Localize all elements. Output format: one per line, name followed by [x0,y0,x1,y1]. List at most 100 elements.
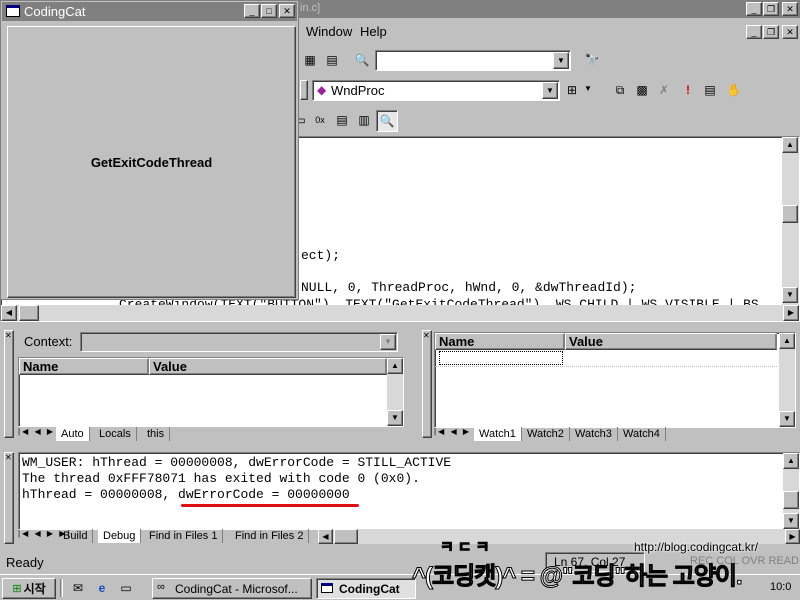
output-vertical-scrollbar[interactable]: ▲ ▼ [783,453,799,529]
find-combo[interactable]: ▼ [375,50,571,71]
task-label: CodingCat [339,582,400,596]
output-tab-bar: |◀ ◀ ▶ ▶| Build Debug Find in Files 1 Fi… [18,529,318,544]
scroll-up-button[interactable]: ▲ [782,137,798,153]
doc-restore-button[interactable]: ❐ [763,25,779,39]
function-combo-dropdown-button[interactable]: ▼ [542,82,558,99]
context-combo[interactable]: ▼ [80,332,398,352]
close-button[interactable]: ✕ [782,2,798,16]
watch-tab-bar: |◀ ◀ ▶ ▶| Watch1 Watch2 Watch3 Watch4 [434,427,796,442]
find-in-files-icon[interactable]: 🔍 [352,50,372,70]
scroll-right-button[interactable]: ▶ [785,529,800,544]
tab-watch4[interactable]: Watch4 [618,427,666,441]
tab-auto[interactable]: Auto [56,427,90,441]
find-icon[interactable]: 🔭 [582,50,602,70]
call-stack-icon[interactable]: ▥ [354,110,374,130]
windows-logo-icon: ⊞ [12,583,22,595]
output-text-area[interactable]: WM_USER: hThread = 00000008, dwErrorCode… [18,452,800,530]
get-exit-code-thread-button[interactable]: GetExitCodeThread [7,26,296,298]
app-close-button[interactable]: ✕ [279,4,295,18]
tab-watch3[interactable]: Watch3 [570,427,618,441]
class-combo-dropdown-button[interactable] [300,80,308,100]
function-combo[interactable]: ◆ WndProc ▼ [312,80,560,101]
variables-pane-gripper[interactable]: ✕ [4,330,14,438]
pane-close-icon[interactable]: ✕ [5,331,12,340]
breakpoint-hand-icon[interactable]: ✋ [724,80,744,100]
editor-horizontal-scrollbar[interactable]: ◀ ▶ [1,305,799,321]
workspace-icon[interactable]: ▦ [300,50,320,70]
pane-close-icon[interactable]: ✕ [423,331,430,340]
column-header-name[interactable]: Name [435,333,565,350]
app-minimize-button[interactable]: _ [244,4,260,18]
output-window-icon[interactable]: ▤ [322,50,342,70]
variables-list[interactable]: Name Value ▲ ▼ [18,357,404,427]
function-combo-value: WndProc [331,83,385,98]
tab-find-in-files-2[interactable]: Find in Files 2 [230,529,310,543]
scroll-up-button[interactable]: ▲ [779,333,795,349]
menu-window[interactable]: Window [306,24,352,39]
menu-help[interactable]: Help [360,24,387,39]
task-label: CodingCat - Microsof... [175,582,298,596]
scroll-thumb[interactable] [782,205,798,223]
scroll-thumb[interactable] [783,491,799,509]
execute-icon[interactable]: ! [678,80,698,100]
error-code-underline [181,504,359,507]
scroll-down-button[interactable]: ▼ [779,411,795,427]
internet-explorer-icon[interactable]: e [92,578,112,598]
output-pane-gripper[interactable]: ✕ [4,452,14,544]
tab-locals[interactable]: Locals [94,427,137,441]
wizard-bar-icon[interactable]: ⊞ [562,80,582,100]
watermark-slogan: ^(코딩캣)^ = @"코딩"하는 고양이. [412,563,744,591]
scroll-up-button[interactable]: ▲ [783,453,799,469]
scroll-left-button[interactable]: ◀ [1,305,17,321]
watch-pane-gripper[interactable]: ✕ [422,330,432,438]
restore-button[interactable]: ❐ [763,2,779,16]
scroll-down-button[interactable]: ▼ [782,287,798,303]
tab-watch2[interactable]: Watch2 [522,427,570,441]
scroll-down-button[interactable]: ▼ [387,410,403,426]
watch-new-entry[interactable] [439,351,563,365]
build-icon[interactable]: ▩ [632,80,652,100]
scroll-up-button[interactable]: ▲ [387,358,403,374]
context-label: Context: [24,334,73,349]
output-line: hThread = 00000008, dwErrorCode = 000000… [22,487,350,502]
tab-build[interactable]: Build [58,529,94,543]
tab-this[interactable]: this [142,427,171,441]
outlook-icon[interactable]: ✉ [68,578,88,598]
app-maximize-button[interactable]: □ [261,4,277,18]
scroll-left-button[interactable]: ◀ [318,529,333,544]
tab-debug[interactable]: Debug [98,529,142,543]
start-button[interactable]: ⊞ 시작 [2,578,56,599]
app-task-icon [321,583,333,593]
memory-icon[interactable]: ▤ [332,110,352,130]
context-combo-dropdown-button[interactable]: ▼ [380,334,396,350]
watch-vertical-scrollbar[interactable]: ▲ ▼ [779,333,795,427]
app-title-bar: CodingCat _ □ ✕ [2,2,297,21]
registers-icon[interactable]: 0x [310,110,330,130]
h-scroll-thumb[interactable] [334,529,358,544]
editor-vertical-scrollbar[interactable]: ▲ ▼ [782,137,799,305]
pane-close-icon[interactable]: ✕ [5,453,12,462]
column-header-value[interactable]: Value [565,333,777,350]
button-label: GetExitCodeThread [90,154,213,170]
task-button-codingcat[interactable]: CodingCat [316,578,416,599]
watch-list[interactable]: Name Value ▲ ▼ [434,332,796,428]
scroll-right-button[interactable]: ▶ [783,305,799,321]
tab-watch1[interactable]: Watch1 [474,427,522,441]
doc-close-button[interactable]: ✕ [782,25,798,39]
desktop-icon[interactable]: ▭ [116,578,136,598]
doc-minimize-button[interactable]: _ [746,25,762,39]
disassembly-icon[interactable]: 🔍 [376,110,398,132]
wizard-dropdown-icon[interactable]: ▼ [584,84,592,93]
find-combo-dropdown-button[interactable]: ▼ [553,52,569,69]
scroll-down-button[interactable]: ▼ [783,513,799,529]
task-button-ide[interactable]: ∞ CodingCat - Microsof... [152,578,312,599]
h-scroll-thumb[interactable] [19,305,39,321]
compile-icon[interactable]: ⧉ [610,80,630,100]
column-header-value[interactable]: Value [149,358,387,375]
variables-vertical-scrollbar[interactable]: ▲ ▼ [387,358,403,426]
column-header-name[interactable]: Name [19,358,149,375]
minimize-button[interactable]: _ [746,2,762,16]
stop-build-icon[interactable]: ✗ [654,80,674,100]
go-icon[interactable]: ▤ [700,80,720,100]
tab-find-in-files-1[interactable]: Find in Files 1 [144,529,224,543]
